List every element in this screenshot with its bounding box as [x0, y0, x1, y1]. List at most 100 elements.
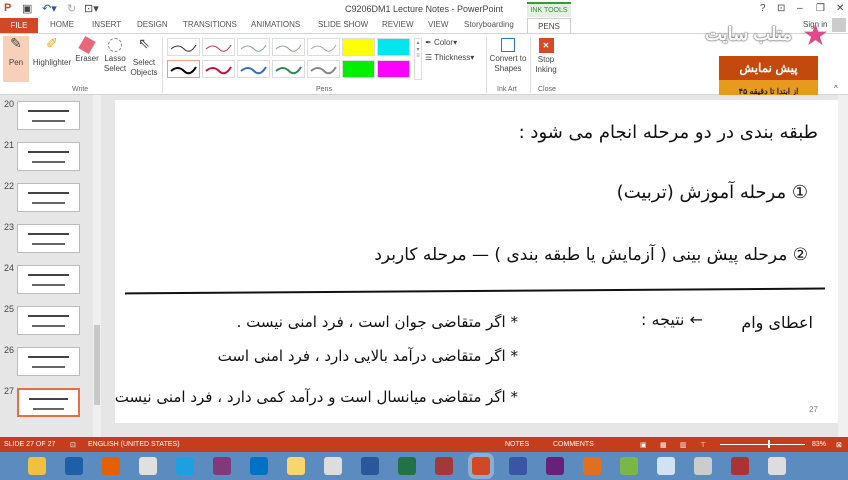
notepad-plus-icon[interactable] — [620, 457, 638, 475]
slide-thumbnail[interactable] — [17, 265, 80, 294]
calculator-icon[interactable] — [694, 457, 712, 475]
thickness-dropdown[interactable]: ☰ Thickness▾ — [425, 53, 474, 63]
slide-thumbnail[interactable] — [17, 142, 80, 171]
thumbnail-number: 25 — [4, 304, 15, 314]
notepad-icon[interactable] — [657, 457, 675, 475]
slide-thumbnails-pane: 20 21 22 23 24 25 26 27 — [0, 95, 100, 437]
spellcheck-icon[interactable]: ⊡ — [70, 441, 76, 449]
chrome-icon[interactable] — [139, 457, 157, 475]
group-write-label: Write — [72, 86, 89, 93]
slide-thumbnail[interactable] — [17, 101, 80, 130]
matlab-icon[interactable] — [583, 457, 601, 475]
tab-animations[interactable]: ANIMATIONS — [251, 20, 300, 29]
lasso-label: Lasso Select — [103, 54, 127, 73]
user-avatar[interactable] — [832, 18, 846, 32]
visual-studio-icon[interactable] — [546, 457, 564, 475]
tab-file[interactable]: FILE — [0, 18, 38, 33]
help-button[interactable]: ? — [760, 3, 766, 14]
tab-insert[interactable]: INSERT — [92, 20, 121, 29]
access-icon[interactable] — [435, 457, 453, 475]
lasso-icon — [108, 38, 122, 52]
tab-slide-show[interactable]: SLIDE SHOW — [318, 20, 368, 29]
pen-swatch[interactable] — [167, 38, 200, 56]
close-button[interactable]: ✕ — [836, 3, 844, 14]
excel-icon[interactable] — [398, 457, 416, 475]
slide-thumbnail[interactable] — [17, 347, 80, 376]
pen-swatch[interactable] — [202, 38, 235, 56]
pen-swatch[interactable] — [237, 60, 270, 78]
pen-swatch[interactable] — [202, 60, 235, 78]
lasso-select-button[interactable]: Lasso Select — [102, 36, 128, 74]
slide-scrollbar[interactable] — [838, 95, 848, 437]
highlighter-button[interactable]: ✐ Highlighter — [30, 36, 74, 68]
convert-to-shapes-button[interactable]: Convert to Shapes — [489, 36, 527, 74]
firefox-icon[interactable] — [102, 457, 120, 475]
slide-thumbnail[interactable] — [17, 224, 80, 253]
convert-shapes-icon — [501, 38, 515, 52]
zoom-slider[interactable] — [720, 444, 805, 445]
slide-canvas[interactable]: طبقه بندی در دو مرحله انجام می شود : ① م… — [115, 100, 838, 423]
thumbnail-number: 22 — [4, 181, 15, 191]
pen-swatch[interactable] — [272, 60, 305, 78]
thumbnail-scroll-thumb[interactable] — [94, 325, 100, 405]
color-dropdown[interactable]: ✒ Color▾ — [425, 38, 457, 48]
gallery-scroll[interactable]: ▴ ▾ ≡ — [414, 38, 422, 80]
powerpoint-icon[interactable] — [468, 453, 494, 479]
tab-pens[interactable]: PENS — [527, 18, 571, 34]
slide-thumbnail[interactable] — [17, 306, 80, 335]
ribbon-options-icon[interactable]: ⊡ — [777, 3, 785, 14]
collapse-ribbon-icon[interactable]: ^ — [834, 84, 838, 93]
normal-view-icon[interactable]: ▣ — [640, 441, 647, 449]
zoom-slider-thumb[interactable] — [768, 440, 771, 448]
onedrive-icon[interactable] — [65, 457, 83, 475]
stop-inking-button[interactable]: ✕ Stop Inking — [532, 36, 560, 75]
pen-swatch[interactable] — [377, 60, 410, 78]
reading-view-icon[interactable]: ▥ — [680, 441, 687, 449]
pen-button[interactable]: ✎ Pen — [3, 36, 29, 82]
pen-swatch[interactable] — [237, 38, 270, 56]
language-indicator[interactable]: ENGLISH (UNITED STATES) — [88, 441, 180, 448]
slide-counter: SLIDE 27 OF 27 — [4, 441, 56, 448]
taskbar — [0, 452, 848, 480]
zoom-level[interactable]: 83% — [812, 441, 826, 448]
keyboard-icon[interactable] — [768, 457, 786, 475]
file-explorer-icon[interactable] — [28, 457, 46, 475]
notes-button[interactable]: NOTES — [505, 441, 529, 448]
tab-view[interactable]: VIEW — [428, 20, 448, 29]
pen-swatch[interactable] — [272, 38, 305, 56]
divider-line — [125, 287, 825, 295]
pen-swatch[interactable] — [307, 38, 340, 56]
word-icon[interactable] — [361, 457, 379, 475]
pen-swatch[interactable] — [342, 60, 375, 78]
onenote-icon[interactable] — [213, 457, 231, 475]
slide-thumbnail[interactable] — [17, 388, 80, 417]
tab-review[interactable]: REVIEW — [382, 20, 414, 29]
group-pens-label: Pens — [316, 86, 332, 93]
select-objects-button[interactable]: ⇖ Select Objects — [129, 36, 159, 78]
latex-icon[interactable] — [324, 457, 342, 475]
tab-home[interactable]: HOME — [50, 20, 74, 29]
slide-line-step1: ① مرحله آموزش (تربیت) — [616, 182, 808, 203]
internet-explorer-icon[interactable] — [176, 457, 194, 475]
tab-transitions[interactable]: TRANSITIONS — [183, 20, 237, 29]
pen-tool-icon[interactable] — [287, 457, 305, 475]
slide-thumbnail[interactable] — [17, 183, 80, 212]
pen-swatch[interactable] — [167, 60, 200, 78]
slide-line-result: ← نتیجه : — [641, 310, 703, 329]
tab-storyboarding[interactable]: Storyboarding — [464, 20, 514, 29]
slideshow-icon[interactable]: ⊤ — [700, 441, 706, 449]
eraser-button[interactable]: Eraser — [74, 35, 100, 64]
pen-swatch[interactable] — [307, 60, 340, 78]
comments-button[interactable]: COMMENTS — [553, 441, 594, 448]
fit-slide-icon[interactable]: ⊠ — [836, 441, 842, 449]
paint-icon[interactable] — [731, 457, 749, 475]
minimize-button[interactable]: – — [797, 3, 803, 14]
slide-sorter-icon[interactable]: ▦ — [660, 441, 667, 449]
restore-button[interactable]: ❐ — [816, 3, 825, 14]
pen-swatch[interactable] — [377, 38, 410, 56]
tab-design[interactable]: DESIGN — [137, 20, 168, 29]
outlook-icon[interactable] — [250, 457, 268, 475]
star-logo-icon: ★ — [802, 19, 829, 52]
visio-icon[interactable] — [509, 457, 527, 475]
pen-swatch[interactable] — [342, 38, 375, 56]
